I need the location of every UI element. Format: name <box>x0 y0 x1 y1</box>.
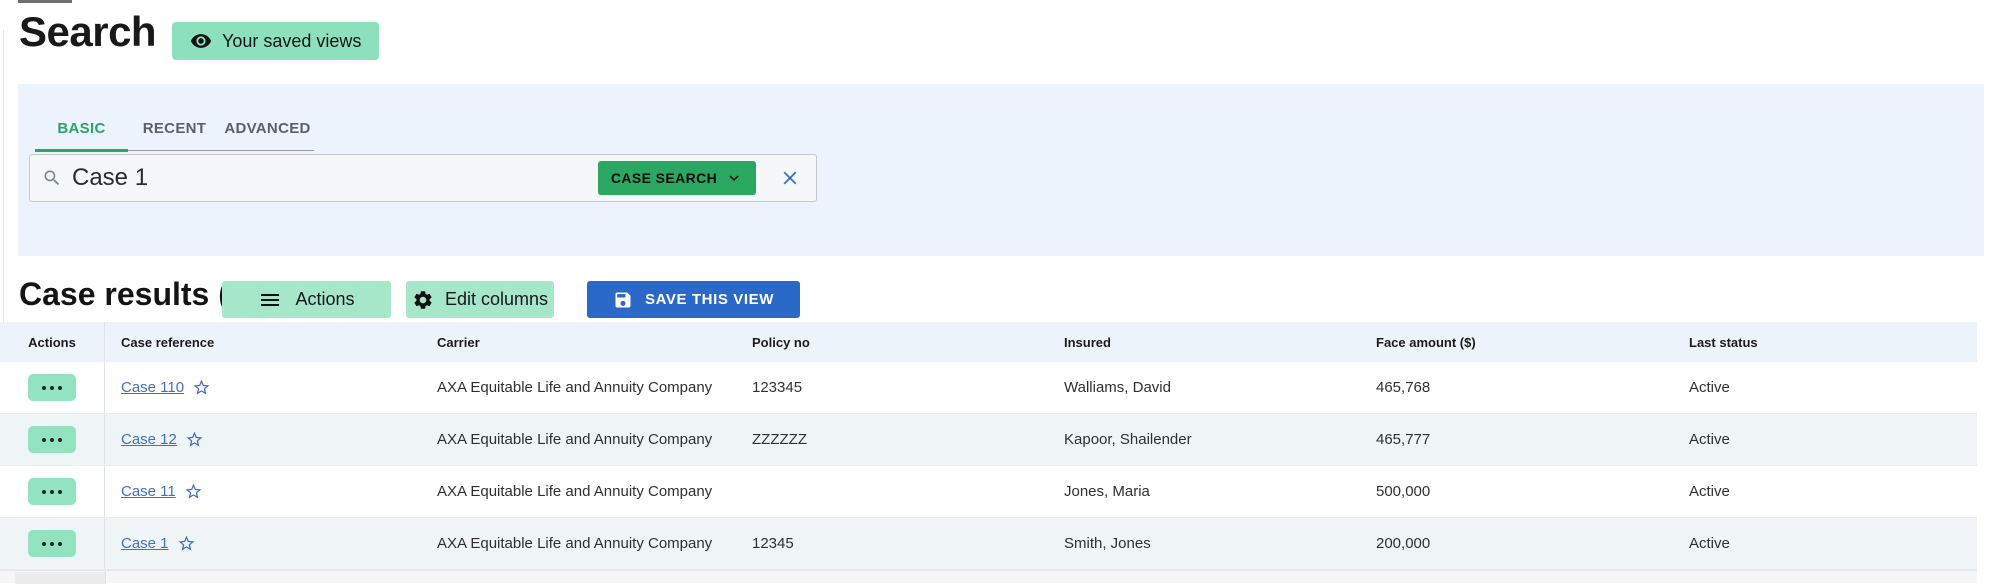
tab-recent[interactable]: RECENT <box>128 106 221 150</box>
tab-advanced-label: ADVANCED <box>224 120 310 137</box>
case-results-table: Actions Case reference Carrier Policy no… <box>0 322 1977 570</box>
insured-cell: Smith, Jones <box>1048 535 1360 552</box>
search-tabs: BASIC RECENT ADVANCED <box>35 106 314 151</box>
carrier-cell: AXA Equitable Life and Annuity Company <box>421 535 736 552</box>
actions-button[interactable]: Actions <box>222 281 391 318</box>
policy-no-cell: 123345 <box>736 379 1048 396</box>
row-actions-cell <box>0 518 105 569</box>
table-row: Case 12 AXA Equitable Life and Annuity C… <box>0 414 1977 466</box>
search-panel: BASIC RECENT ADVANCED CASE SEARCH <box>18 84 1984 256</box>
sliver-thumb <box>15 572 105 584</box>
carrier-cell: AXA Equitable Life and Annuity Company <box>421 379 736 396</box>
tab-basic-label: BASIC <box>57 120 105 137</box>
insured-cell: Jones, Maria <box>1048 483 1360 500</box>
eye-icon <box>190 30 212 52</box>
search-box: CASE SEARCH <box>29 154 817 202</box>
page-title: Search <box>19 8 156 56</box>
star-outline-icon[interactable] <box>184 482 203 501</box>
table-row: Case 110 AXA Equitable Life and Annuity … <box>0 362 1977 414</box>
tab-basic[interactable]: BASIC <box>35 106 128 150</box>
floppy-icon <box>613 290 633 310</box>
edit-columns-button[interactable]: Edit columns <box>406 281 554 318</box>
star-outline-icon[interactable] <box>185 430 204 449</box>
case-reference-link[interactable]: Case 110 <box>121 379 184 396</box>
face-amount-cell: 500,000 <box>1360 483 1672 500</box>
case-reference-cell: Case 110 <box>105 378 421 397</box>
table-body: Case 110 AXA Equitable Life and Annuity … <box>0 362 1977 570</box>
row-actions-cell <box>0 362 105 413</box>
chevron-down-icon <box>725 169 743 187</box>
tab-advanced[interactable]: ADVANCED <box>221 106 314 150</box>
carrier-cell: AXA Equitable Life and Annuity Company <box>421 483 736 500</box>
gear-icon <box>412 289 434 311</box>
column-header-case-reference: Case reference <box>105 335 421 350</box>
face-amount-cell: 200,000 <box>1360 535 1672 552</box>
ellipsis-icon <box>42 438 46 442</box>
face-amount-cell: 465,768 <box>1360 379 1672 396</box>
last-status-cell: Active <box>1672 483 1977 500</box>
column-header-insured: Insured <box>1048 335 1360 350</box>
menu-icon <box>258 288 282 312</box>
row-actions-button[interactable] <box>28 478 76 505</box>
clear-search-button[interactable] <box>778 166 802 190</box>
row-actions-cell <box>0 414 105 465</box>
save-this-view-button[interactable]: SAVE THIS VIEW <box>587 281 800 318</box>
star-outline-icon[interactable] <box>177 534 196 553</box>
tab-recent-label: RECENT <box>143 120 206 137</box>
sliver-divider <box>105 571 106 584</box>
case-reference-link[interactable]: Case 1 <box>121 535 169 552</box>
next-row-sliver <box>0 570 1977 583</box>
search-input[interactable] <box>72 164 598 192</box>
case-reference-link[interactable]: Case 11 <box>121 483 176 500</box>
policy-no-cell: 12345 <box>736 535 1048 552</box>
saved-views-button[interactable]: Your saved views <box>172 22 379 60</box>
case-search-label: CASE SEARCH <box>611 170 717 186</box>
last-status-cell: Active <box>1672 535 1977 552</box>
case-reference-cell: Case 12 <box>105 430 421 449</box>
save-this-view-label: SAVE THIS VIEW <box>645 291 774 308</box>
case-reference-link[interactable]: Case 12 <box>121 431 177 448</box>
column-header-last-status: Last status <box>1672 335 1977 350</box>
last-status-cell: Active <box>1672 431 1977 448</box>
insured-cell: Kapoor, Shailender <box>1048 431 1360 448</box>
top-edge-artifact <box>18 0 72 3</box>
insured-cell: Walliams, David <box>1048 379 1360 396</box>
column-header-face-amount: Face amount ($) <box>1360 335 1672 350</box>
table-row: Case 11 AXA Equitable Life and Annuity C… <box>0 466 1977 518</box>
policy-no-cell: ZZZZZZ <box>736 431 1048 448</box>
last-status-cell: Active <box>1672 379 1977 396</box>
table-header-row: Actions Case reference Carrier Policy no… <box>0 322 1977 362</box>
row-actions-button[interactable] <box>28 530 76 557</box>
star-outline-icon[interactable] <box>192 378 211 397</box>
ellipsis-icon <box>42 386 46 390</box>
carrier-cell: AXA Equitable Life and Annuity Company <box>421 431 736 448</box>
ellipsis-icon <box>42 490 46 494</box>
row-actions-cell <box>0 466 105 517</box>
case-reference-cell: Case 11 <box>105 482 421 501</box>
table-row: Case 1 AXA Equitable Life and Annuity Co… <box>0 518 1977 570</box>
ellipsis-icon <box>42 542 46 546</box>
column-header-carrier: Carrier <box>421 335 736 350</box>
search-icon <box>42 168 62 188</box>
row-actions-button[interactable] <box>28 374 76 401</box>
case-search-dropdown-button[interactable]: CASE SEARCH <box>598 161 756 195</box>
close-icon <box>779 167 801 189</box>
face-amount-cell: 465,777 <box>1360 431 1672 448</box>
row-actions-button[interactable] <box>28 426 76 453</box>
saved-views-label: Your saved views <box>222 31 361 52</box>
actions-button-label: Actions <box>295 289 354 310</box>
edit-columns-button-label: Edit columns <box>445 289 548 310</box>
case-reference-cell: Case 1 <box>105 534 421 553</box>
column-header-policy-no: Policy no <box>736 335 1048 350</box>
column-header-actions: Actions <box>0 322 105 362</box>
